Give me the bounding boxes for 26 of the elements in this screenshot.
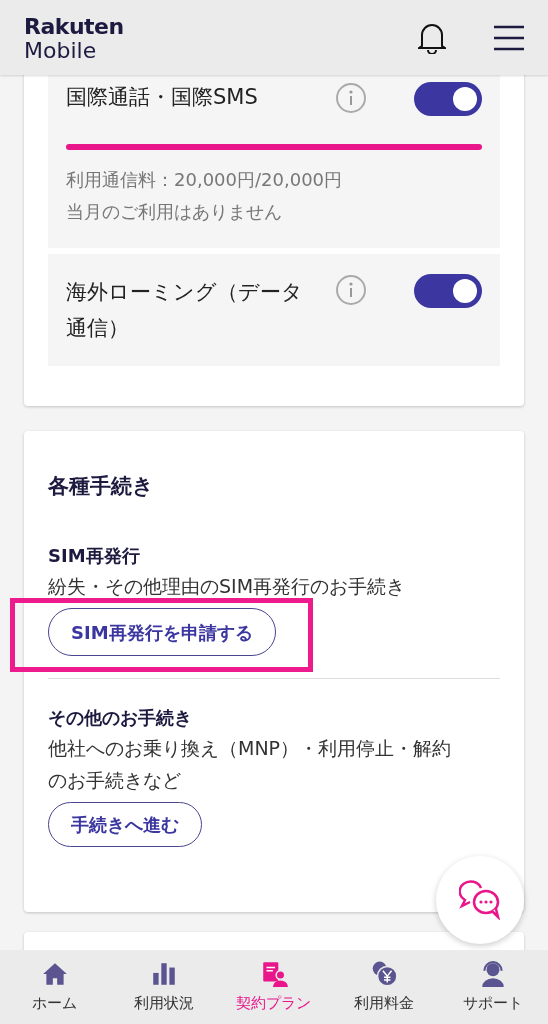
nav-tab[interactable]: サポート (438, 950, 548, 1024)
info-icon[interactable] (335, 274, 367, 306)
nav-tab[interactable]: ホーム (0, 950, 110, 1024)
procedure-button[interactable]: SIM再発行を申請する (48, 608, 276, 656)
logo-text: Mobile (24, 38, 98, 63)
usage-text: 利用通信料：20,000円/20,000円 (66, 168, 344, 192)
setting-label: 国際通話・国際SMS (66, 84, 259, 111)
nav-tab[interactable]: 契約プラン (219, 950, 329, 1024)
toggle-switch[interactable] (414, 274, 482, 308)
notification-bell-icon[interactable] (418, 21, 446, 54)
toggle-switch[interactable] (414, 82, 482, 116)
usage-note: 当月のご利用はありません (66, 200, 283, 224)
nav-tab[interactable]: 利用料金 (328, 950, 439, 1024)
procedure-description: 紛失・その他理由のSIM再発行のお手続き (48, 574, 407, 599)
procedure-title: SIM再発行 (48, 544, 141, 568)
logo-text: Rakuten (24, 14, 124, 39)
setting-label: 海外ローミング（データ通信） (66, 279, 304, 342)
chat-bubbles-icon (459, 880, 501, 920)
nav-tab[interactable]: 利用状況 (109, 950, 220, 1024)
procedure-title: その他のお手続き (48, 706, 193, 730)
procedure-button[interactable]: 手続きへ進む (48, 802, 202, 847)
procedure-description: 他社へのお乗り換え（MNP）・利用停止・解約のお手続きなど (48, 736, 453, 793)
menu-icon[interactable] (494, 24, 524, 51)
info-icon[interactable] (335, 82, 367, 114)
section-heading: 各種手続き (48, 473, 155, 500)
plan-icon (260, 960, 288, 988)
